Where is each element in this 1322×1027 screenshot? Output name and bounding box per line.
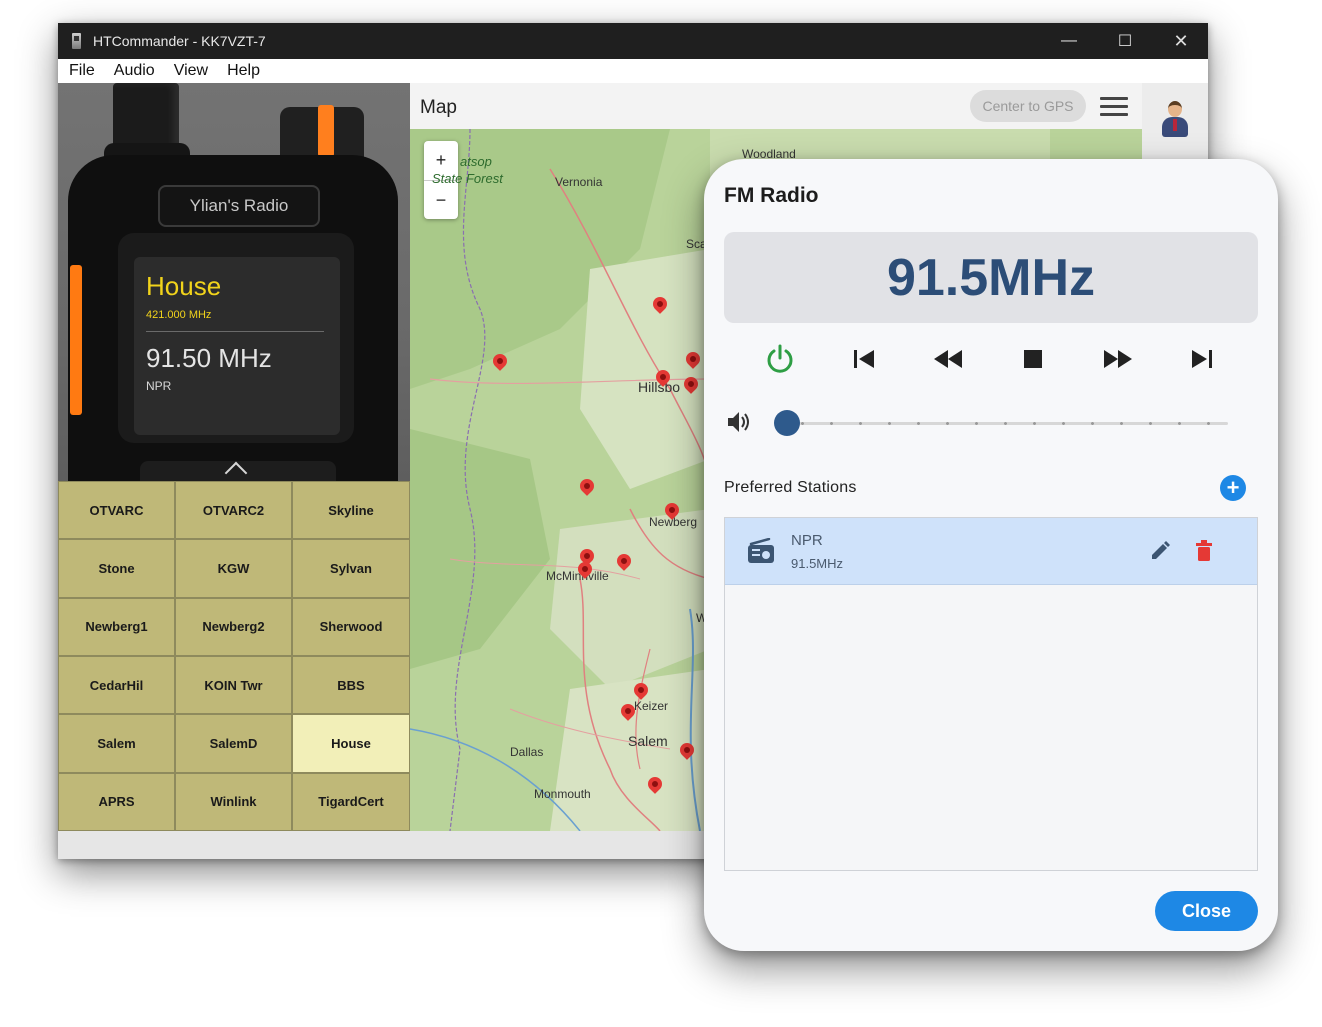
skip-previous-button[interactable] [847,342,881,376]
menu-view[interactable]: View [174,62,208,80]
channel-button[interactable]: OTVARC [58,481,175,540]
menu-file[interactable]: File [69,62,95,80]
map-header: Map Center to GPS [410,83,1142,129]
power-button[interactable] [763,342,797,376]
radio-panel: Ylian's Radio House 421.000 MHz 91.50 MH… [58,83,410,481]
stop-icon [1024,350,1042,368]
fm-frequency: 91.50 MHz [146,343,272,373]
radio-screen: House 421.000 MHz 91.50 MHz NPR [134,257,340,435]
radio-icon [748,538,774,563]
channel-button[interactable]: Sylvan [292,539,410,598]
channel-button[interactable]: KOIN Twr [175,655,292,715]
dialog-title: FM Radio [724,184,819,207]
minimize-button[interactable]: — [1042,23,1096,59]
radio-brand: Ylian's Radio [158,185,320,227]
channel-button[interactable]: Stone [58,539,175,598]
menu-bar: File Audio View Help [58,59,1208,83]
channel-button[interactable]: Skyline [292,481,410,540]
user-avatar-icon[interactable] [1162,101,1188,139]
channel-button[interactable]: CedarHil [58,655,175,715]
ptt-button [70,265,82,415]
channel-button[interactable]: House [292,714,410,773]
list-item[interactable]: NPR 91.5MHz [725,518,1257,585]
channel-button[interactable]: KGW [175,539,292,598]
knob-accent [318,105,334,157]
stop-button[interactable] [1016,342,1050,376]
map-label: Vernonia [555,175,603,189]
title-bar: HTCommander - KK7VZT-7 — ☐ ✕ [58,23,1208,59]
channel-button[interactable]: Newberg1 [58,597,175,656]
add-station-button[interactable]: + [1220,475,1246,501]
skip-next-button[interactable] [1185,342,1219,376]
current-channel-name: House [146,271,222,301]
maximize-button[interactable]: ☐ [1098,23,1152,59]
channel-button[interactable]: Winlink [175,772,292,831]
station-frequency: 91.5MHz [791,556,844,571]
volume-slider-thumb[interactable] [774,410,800,436]
channel-button[interactable]: APRS [58,772,175,831]
channel-button[interactable]: OTVARC2 [175,481,292,540]
fm-station-name: NPR [146,379,172,393]
map-label: Monmouth [534,787,591,801]
channel-button[interactable]: Sherwood [292,597,410,656]
power-icon [767,344,793,373]
map-label: Dallas [510,745,544,759]
channel-button[interactable]: TigardCert [292,772,410,831]
skip-previous-icon [854,350,874,368]
channel-button[interactable]: BBS [292,655,410,715]
status-strip [58,831,410,859]
window-title: HTCommander - KK7VZT-7 [93,33,266,49]
volume-icon [728,412,749,432]
fm-radio-dialog: FM Radio 91.5MHz Preferred Stations + NP… [704,159,1278,951]
fast-forward-icon [1104,350,1132,368]
rewind-button[interactable] [931,342,965,376]
center-to-gps-button[interactable]: Center to GPS [970,90,1086,122]
frequency-display: 91.5MHz [724,232,1258,323]
station-list: NPR 91.5MHz [724,517,1258,871]
volume-slider-ticks [788,421,1228,426]
preferred-stations-label: Preferred Stations [724,479,857,496]
skip-next-icon [1192,350,1212,368]
menu-help[interactable]: Help [227,62,260,80]
radio-app-icon [72,33,81,49]
map-label: Salem [628,733,668,749]
close-window-button[interactable]: ✕ [1154,23,1208,59]
current-channel-freq: 421.000 MHz [146,309,212,321]
screen-divider [146,331,324,332]
channel-button[interactable]: Salem [58,714,175,773]
channel-button[interactable]: SalemD [175,714,292,773]
station-name: NPR [791,532,823,549]
menu-audio[interactable]: Audio [114,62,155,80]
close-button[interactable]: Close [1155,891,1258,931]
zoom-out-button[interactable]: − [424,181,458,220]
channel-grid: OTVARC OTVARC2 Skyline Stone KGW Sylvan … [58,481,410,831]
delete-trash-icon[interactable] [1195,540,1213,562]
edit-pencil-icon[interactable] [1149,540,1171,562]
map-label: atsop [460,154,492,169]
hamburger-menu-icon[interactable] [1100,97,1128,117]
channel-button[interactable]: Newberg2 [175,597,292,656]
map-label: State Forest [432,171,503,186]
rewind-icon [934,350,962,368]
fast-forward-button[interactable] [1101,342,1135,376]
map-title: Map [420,97,457,118]
map-label: Keizer [634,699,669,713]
